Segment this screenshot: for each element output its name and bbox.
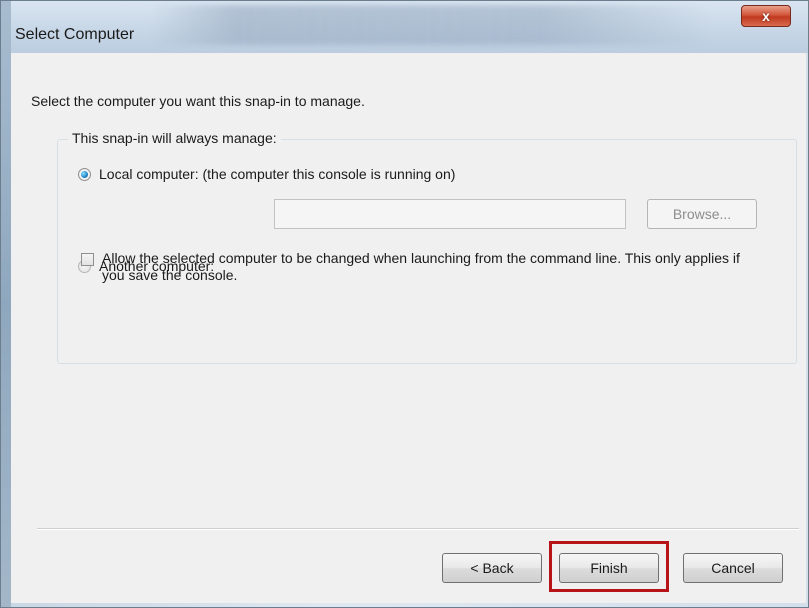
- dialog-content: Select the computer you want this snap-i…: [11, 53, 806, 603]
- allow-change-checkbox[interactable]: [81, 253, 94, 266]
- local-computer-radio[interactable]: [78, 167, 91, 181]
- browse-button[interactable]: Browse...: [647, 199, 757, 229]
- finish-highlight-box: [549, 541, 669, 592]
- close-button[interactable]: x: [741, 5, 791, 27]
- window-left-frame: [1, 1, 11, 607]
- back-button[interactable]: < Back: [442, 553, 542, 583]
- intro-text: Select the computer you want this snap-i…: [31, 93, 365, 109]
- close-icon: x: [762, 8, 770, 24]
- local-computer-label: Local computer: (the computer this conso…: [99, 166, 456, 182]
- blurred-title-area: [151, 5, 711, 45]
- group-box-label: This snap-in will always manage:: [68, 130, 281, 146]
- select-computer-dialog: Select Computer x Select the computer yo…: [0, 0, 809, 608]
- window-title: Select Computer: [15, 26, 135, 43]
- allow-change-label: Allow the selected computer to be change…: [102, 250, 740, 283]
- title-bar: Select Computer x: [1, 1, 808, 53]
- another-computer-input[interactable]: [274, 199, 626, 229]
- allow-change-option[interactable]: Allow the selected computer to be change…: [81, 250, 762, 284]
- local-computer-option[interactable]: Local computer: (the computer this conso…: [78, 166, 455, 182]
- cancel-button[interactable]: Cancel: [683, 553, 783, 583]
- footer-separator: [37, 528, 799, 530]
